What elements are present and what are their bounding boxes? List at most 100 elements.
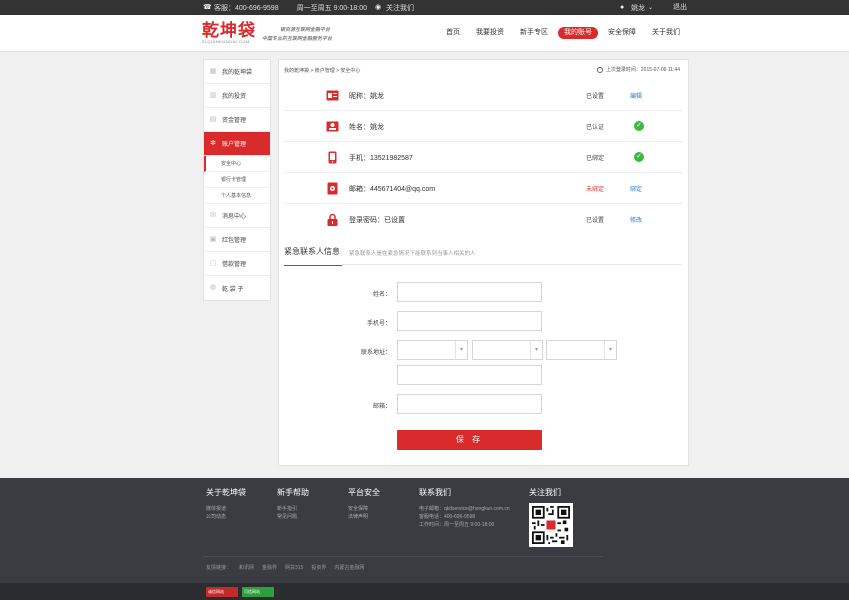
bottom-bar: 诚信网站 可信网站	[0, 583, 849, 600]
footer-col-security: 平台安全 安全保障 法律声明	[348, 487, 380, 521]
province-select[interactable]: ▾	[397, 340, 468, 360]
bind-link[interactable]: 绑定	[630, 184, 642, 193]
slogan: 银资源互联网金融平台 中国专业的互联网金融服务平台	[262, 26, 332, 44]
footer-phone: 客服电话：400-696-9598	[419, 514, 476, 520]
nav-newbie[interactable]: 新手专区	[514, 27, 554, 39]
nav-invest[interactable]: 我要投资	[470, 27, 510, 39]
address-detail-input[interactable]	[397, 365, 542, 385]
redpacket-icon: ▣	[209, 235, 217, 243]
chevron-down-icon: ⌄	[648, 5, 654, 11]
chevron-down-icon: ▾	[604, 341, 616, 359]
sidebar-item-investments[interactable]: ▥ 我的投资	[204, 84, 270, 108]
security-row-email: 邮箱：445671404@qq.com 未绑定 绑定	[284, 173, 683, 204]
qr-code-image	[532, 506, 570, 544]
gear-icon: ✲	[210, 139, 216, 147]
footer-col-about: 关于乾坤袋 媒体报道 公司动态	[206, 487, 246, 521]
sidebar-item-messages[interactable]: ✉ 消息中心	[204, 204, 270, 228]
footer-link-security[interactable]: 安全保障	[348, 505, 380, 513]
change-password-link[interactable]: 修改	[630, 215, 642, 224]
main-panel: 我的乾坤袋 > 账户管理 > 安全中心 上次登录时间：2015-07-09 11…	[278, 59, 689, 466]
district-select[interactable]: ▾	[546, 340, 617, 360]
nav-my-account[interactable]: 我的账号	[558, 27, 598, 39]
wechat-icon: ◉	[375, 4, 382, 11]
sidebar-subitem-bankcard[interactable]: 银行卡管理	[204, 172, 270, 188]
sidebar-item-bag[interactable]: ◍ 乾 袋 子	[204, 276, 270, 300]
email-label: 邮箱：	[372, 404, 391, 410]
service-hours: 周一至周五 9:00-18:00	[296, 4, 368, 12]
footer-link-faq[interactable]: 常见问题	[277, 513, 309, 521]
emergency-contact-title: 紧急联系人信息	[284, 246, 342, 266]
home-icon: ▦	[209, 67, 217, 75]
id-card-icon	[326, 89, 339, 101]
logout-link[interactable]: 退出	[673, 0, 687, 15]
save-button[interactable]: 保 存	[397, 430, 542, 450]
footer: 关于乾坤袋 媒体报道 公司动态 新手帮助 新手指引 常见问题 平台安全 安全保障…	[0, 478, 849, 583]
divider	[342, 264, 682, 265]
sidebar-subitem-profile[interactable]: 个人基本信息	[204, 188, 270, 204]
friend-link[interactable]: 和讯网	[239, 564, 254, 571]
sidebar-item-home[interactable]: ▦ 我的乾坤袋	[204, 60, 270, 84]
sidebar-item-account[interactable]: ✲ 账户管理	[204, 132, 270, 156]
security-row-phone: 手机：13521982587 已绑定 ✓	[284, 142, 683, 173]
sidebar-item-label: 乾 袋 子	[222, 286, 244, 293]
friend-link[interactable]: 内蒙古金融网	[334, 564, 364, 571]
phone-icon	[326, 151, 339, 163]
nav-about[interactable]: 关于我们	[646, 27, 686, 39]
sidebar-subitem-security[interactable]: 安全中心	[204, 156, 270, 172]
chevron-down-icon: ▾	[530, 341, 542, 359]
row-status: 已设置	[586, 94, 605, 100]
trust-badge-verified[interactable]: 可信网站	[242, 587, 274, 597]
footer-heading: 新手帮助	[277, 488, 309, 497]
footer-link-media[interactable]: 媒体报道	[206, 505, 246, 513]
sidebar-item-label: 消息中心	[222, 214, 247, 220]
wallet-icon: ▤	[209, 115, 217, 123]
sidebar-item-label: 红包管理	[222, 238, 247, 244]
contact-phone-input[interactable]	[397, 311, 542, 331]
nav-home[interactable]: 首页	[440, 27, 466, 39]
row-label: 邮箱：445671404@qq.com	[349, 186, 436, 193]
sidebar: ▦ 我的乾坤袋 ▥ 我的投资 ▤ 资金管理 ✲ 账户管理 安全中心 银行卡管理 个人基本…	[203, 59, 271, 301]
row-status: 未绑定	[586, 187, 605, 193]
trust-badge-credit[interactable]: 诚信网站	[206, 587, 238, 597]
sidebar-item-label: 资金管理	[222, 118, 247, 124]
site-logo[interactable]: 乾坤袋 51QIANKUNDAI.COM	[202, 21, 256, 44]
sidebar-item-label: 我的乾坤袋	[222, 70, 253, 76]
friend-link[interactable]: 金融界	[262, 564, 277, 571]
check-icon: ✓	[634, 152, 644, 162]
username: 姚龙	[631, 4, 645, 12]
friend-link[interactable]: 投资界	[311, 564, 326, 571]
sidebar-item-loans[interactable]: ▢ 借款管理	[204, 252, 270, 276]
contact-email-input[interactable]	[397, 394, 542, 414]
address-label: 联系地址：	[360, 350, 391, 356]
logo-text: 乾坤袋	[202, 21, 256, 40]
footer-hours: 工作时间：周一至周五 9:00-18:00	[419, 522, 495, 528]
phone-icon: ☎	[203, 4, 212, 11]
footer-link-guide[interactable]: 新手指引	[277, 505, 309, 513]
sidebar-item-funds[interactable]: ▤ 资金管理	[204, 108, 270, 132]
lock-icon	[326, 213, 339, 226]
footer-link-news[interactable]: 公司动态	[206, 513, 246, 521]
emergency-contact-hint: 紧急联系人是在紧急情况下能联系到当事人相关的人	[349, 251, 476, 257]
city-select[interactable]: ▾	[472, 340, 543, 360]
footer-email: 电子邮箱：qkdservice@hongkun.com.cn	[419, 506, 510, 512]
footer-link-legal[interactable]: 法律声明	[348, 513, 380, 521]
main-nav: 首页 我要投资 新手专区 我的账号 安全保障 关于我们	[440, 27, 690, 39]
edit-link[interactable]: 编辑	[630, 91, 642, 100]
sidebar-item-label: 账户管理	[222, 142, 247, 148]
friend-links: 友情链接： 和讯网 金融界 网贷315 投资界 内蒙古金融网	[206, 564, 372, 571]
friend-link[interactable]: 网贷315	[285, 564, 303, 571]
mail-icon	[326, 182, 339, 194]
security-row-nickname: 昵称：姚龙 已设置 编辑	[284, 80, 683, 111]
user-menu[interactable]: ● 姚龙 ⌄	[620, 0, 653, 15]
last-login-text: 上次登录时间：2015-07-09 11:44	[605, 67, 680, 73]
contact-name-input[interactable]	[397, 282, 542, 302]
nav-security[interactable]: 安全保障	[602, 27, 642, 39]
clock-icon	[596, 66, 603, 73]
row-status: 已绑定	[586, 156, 605, 162]
top-bar: ☎ 客服：400-696-9598 周一至周五 9:00-18:00 ◉ 关注我…	[0, 0, 849, 15]
row-label: 昵称：姚龙	[349, 93, 384, 100]
name-card-icon	[326, 120, 339, 132]
sidebar-item-redpackets[interactable]: ▣ 红包管理	[204, 228, 270, 252]
row-status: 已认证	[586, 125, 605, 131]
follow-us-link[interactable]: 关注我们	[386, 3, 414, 13]
